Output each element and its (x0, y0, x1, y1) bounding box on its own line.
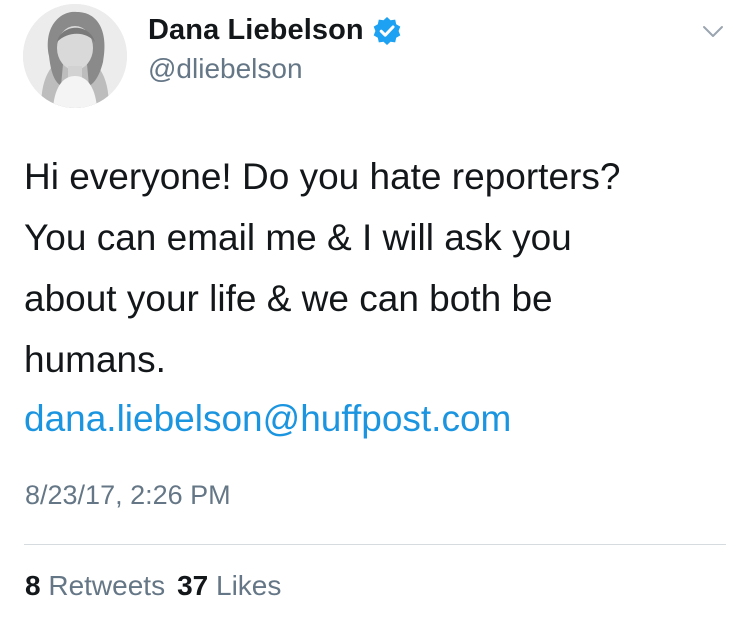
author-handle[interactable]: @dliebelson (148, 53, 303, 85)
likes-stat[interactable]: 37 Likes (177, 570, 281, 601)
likes-label: Likes (216, 570, 282, 601)
divider (24, 544, 726, 545)
tweet-stats: 8 Retweets 37 Likes (25, 570, 281, 602)
retweets-count: 8 (25, 570, 41, 601)
retweets-stat[interactable]: 8 Retweets (25, 570, 165, 601)
verified-badge-icon (372, 16, 402, 46)
tweet-timestamp[interactable]: 8/23/17, 2:26 PM (25, 480, 231, 511)
tweet-card: Dana Liebelson @dliebelson Hi everyone! … (0, 0, 750, 626)
tweet-text: Hi everyone! Do you hate reporters? You … (24, 156, 621, 380)
author-name-row: Dana Liebelson (148, 14, 402, 47)
likes-count: 37 (177, 570, 209, 601)
email-link[interactable]: dana.liebelson@huffpost.com (24, 398, 511, 440)
retweets-label: Retweets (48, 570, 166, 601)
avatar[interactable] (23, 4, 127, 108)
avatar-photo (23, 4, 127, 108)
author-display-name[interactable]: Dana Liebelson (148, 14, 364, 47)
chevron-down-icon[interactable] (702, 22, 724, 40)
